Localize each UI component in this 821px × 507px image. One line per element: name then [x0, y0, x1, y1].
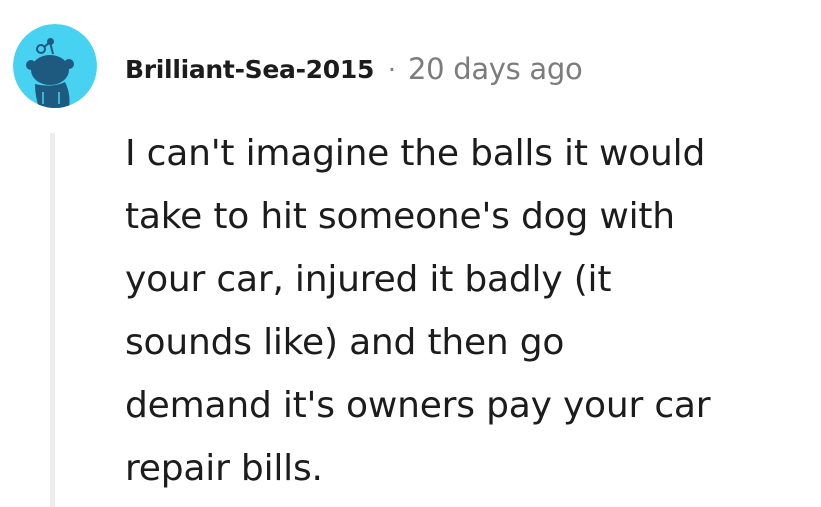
comment-body-line: repair bills. [125, 448, 323, 489]
user-avatar[interactable] [13, 24, 97, 108]
comment-body-line: your car, injured it badly (it [125, 259, 612, 300]
comment: Brilliant-Sea-2015 · 20 days ago I can't… [0, 0, 821, 507]
comment-header: Brilliant-Sea-2015 · 20 days ago [125, 47, 583, 91]
comment-body-line: I can't imagine the balls it would [125, 133, 706, 174]
comment-body: I can't imagine the balls it would take … [125, 122, 805, 500]
comment-timestamp[interactable]: 20 days ago [408, 52, 583, 86]
meta-separator: · [388, 54, 396, 84]
reddit-snoo-avatar-icon [13, 24, 97, 108]
comment-body-line: take to hit someone's dog with [125, 196, 675, 237]
thread-collapse-line[interactable] [50, 133, 55, 507]
comment-body-line: demand it's owners pay your car [125, 385, 711, 426]
username-link[interactable]: Brilliant-Sea-2015 [125, 55, 374, 84]
comment-body-line: sounds like) and then go [125, 322, 565, 363]
